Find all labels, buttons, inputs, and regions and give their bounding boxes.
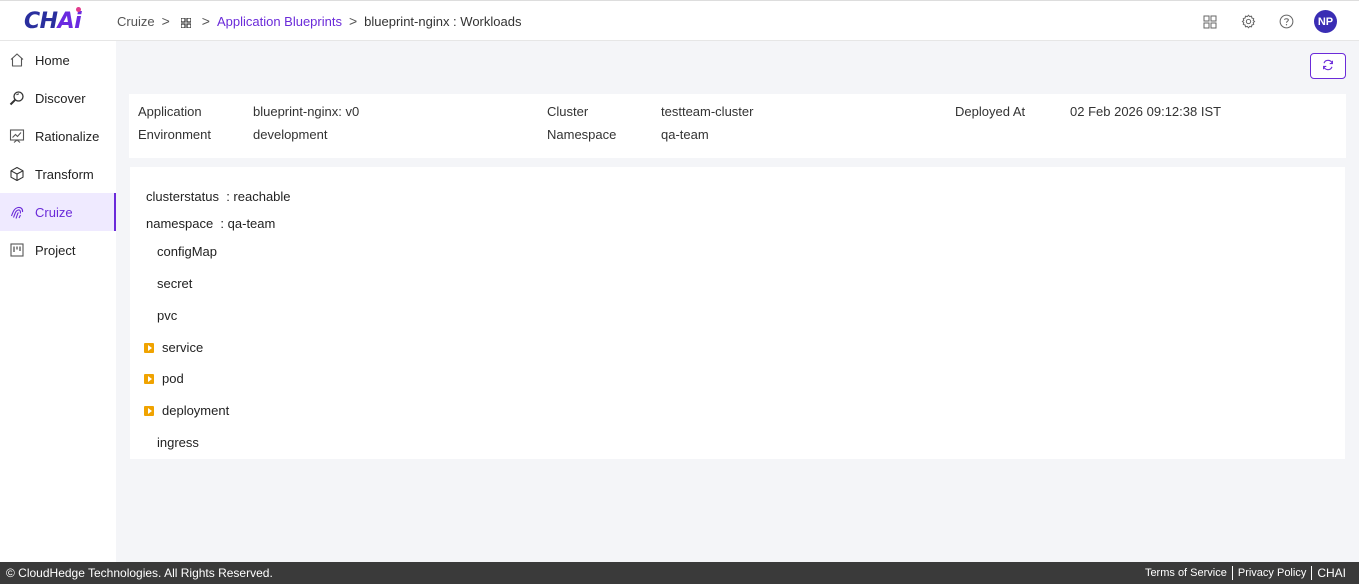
header-actions: NP bbox=[1180, 10, 1337, 33]
expand-arrow-icon[interactable] bbox=[144, 373, 154, 384]
sidebar: Home Discover Rationalize Transform Crui… bbox=[0, 41, 116, 562]
gear-icon[interactable] bbox=[1240, 14, 1256, 30]
tree-node-label: service bbox=[162, 340, 204, 355]
logo-text-main: CH bbox=[24, 9, 58, 34]
breadcrumb-current: blueprint-nginx : Workloads bbox=[364, 13, 522, 29]
tree-node-label: deployment bbox=[162, 403, 230, 418]
tree-node-pod[interactable]: pod bbox=[144, 371, 184, 386]
tree-node-secret[interactable]: secret bbox=[157, 276, 192, 291]
cluster-value: testteam-cluster bbox=[661, 104, 754, 119]
breadcrumb-application-blueprints[interactable]: Application Blueprints bbox=[217, 14, 342, 29]
discover-icon bbox=[9, 90, 25, 106]
rationalize-icon bbox=[9, 128, 25, 144]
main-content: Application blueprint-nginx: v0 Environm… bbox=[116, 41, 1359, 562]
user-avatar[interactable]: NP bbox=[1314, 10, 1337, 33]
deployment-info-card: Application blueprint-nginx: v0 Environm… bbox=[129, 94, 1346, 158]
tree-node-label: pvc bbox=[157, 308, 178, 323]
refresh-button[interactable] bbox=[1310, 53, 1346, 79]
fingerprint-icon bbox=[9, 204, 25, 220]
tree-node-label: ingress bbox=[157, 435, 199, 450]
privacy-policy-link[interactable]: Privacy Policy bbox=[1233, 566, 1313, 580]
sidebar-item-transform[interactable]: Transform bbox=[0, 155, 116, 193]
tree-node-configmap[interactable]: configMap bbox=[157, 244, 217, 259]
sidebar-item-project[interactable]: Project bbox=[0, 231, 116, 269]
sidebar-item-label: Cruize bbox=[35, 204, 73, 220]
expand-arrow-icon[interactable] bbox=[144, 405, 154, 416]
breadcrumb-separator: > bbox=[161, 13, 170, 29]
footer-links: Terms of Service Privacy Policy CHAI bbox=[1140, 566, 1346, 580]
tree-namespace: namespace : qa-team bbox=[146, 216, 275, 231]
tree-node-deployment[interactable]: deployment bbox=[144, 403, 229, 418]
expand-arrow-icon[interactable] bbox=[144, 342, 154, 353]
refresh-icon bbox=[1322, 59, 1334, 74]
logo-text-accent: Ai bbox=[57, 9, 82, 34]
tree-node-label: secret bbox=[157, 276, 193, 291]
help-icon[interactable] bbox=[1278, 14, 1294, 30]
cluster-label: Cluster bbox=[547, 104, 589, 119]
sidebar-item-label: Transform bbox=[35, 166, 94, 182]
cube-icon bbox=[9, 166, 25, 182]
sidebar-item-rationalize[interactable]: Rationalize bbox=[0, 117, 116, 155]
breadcrumb-root[interactable]: Cruize bbox=[117, 14, 155, 29]
breadcrumb-separator: > bbox=[348, 13, 358, 29]
cluster-status-text: clusterstatus : reachable bbox=[146, 189, 291, 204]
copyright-text: © CloudHedge Technologies. All Rights Re… bbox=[6, 566, 273, 580]
tree-node-label: pod bbox=[162, 371, 184, 386]
namespace-label: Namespace bbox=[547, 127, 617, 142]
cluster-status: clusterstatus : reachable bbox=[146, 189, 291, 204]
deployed-at-label: Deployed At bbox=[955, 104, 1026, 119]
environment-label: Environment bbox=[138, 127, 211, 142]
application-label: Application bbox=[138, 104, 202, 119]
chai-logo[interactable]: CHAi bbox=[24, 7, 82, 34]
environment-value: development bbox=[253, 127, 328, 142]
footer-brand: CHAI bbox=[1317, 566, 1346, 580]
tree-node-service[interactable]: service bbox=[144, 340, 203, 355]
sidebar-item-label: Rationalize bbox=[35, 128, 100, 144]
breadcrumb: Cruize > > Application Blueprints > blue… bbox=[117, 13, 521, 29]
application-value: blueprint-nginx: v0 bbox=[253, 104, 360, 119]
namespace-value: qa-team bbox=[661, 127, 709, 142]
sidebar-item-home[interactable]: Home bbox=[0, 41, 116, 79]
namespace-text: namespace : qa-team bbox=[146, 216, 276, 231]
sidebar-item-label: Discover bbox=[35, 90, 86, 106]
sidebar-item-discover[interactable]: Discover bbox=[0, 79, 116, 117]
sidebar-item-label: Home bbox=[35, 52, 70, 68]
apps-grid-icon[interactable] bbox=[1202, 14, 1218, 30]
tree-node-ingress[interactable]: ingress bbox=[157, 435, 199, 450]
board-icon bbox=[9, 242, 25, 258]
home-icon bbox=[9, 52, 25, 68]
grid-icon[interactable] bbox=[180, 16, 192, 29]
top-header: CHAi Cruize > > Application Blueprints >… bbox=[0, 0, 1359, 41]
deployed-at-value: 02 Feb 2026 09:12:38 IST bbox=[1070, 104, 1222, 119]
sidebar-item-cruize[interactable]: Cruize bbox=[0, 193, 116, 231]
terms-of-service-link[interactable]: Terms of Service bbox=[1140, 566, 1233, 580]
breadcrumb-separator: > bbox=[201, 13, 210, 29]
tree-node-label: configMap bbox=[157, 244, 217, 259]
tree-node-pvc[interactable]: pvc bbox=[157, 308, 177, 323]
sidebar-item-label: Project bbox=[35, 242, 76, 258]
workloads-tree: clusterstatus : reachable namespace : qa… bbox=[130, 167, 1345, 459]
footer: © CloudHedge Technologies. All Rights Re… bbox=[0, 562, 1359, 584]
